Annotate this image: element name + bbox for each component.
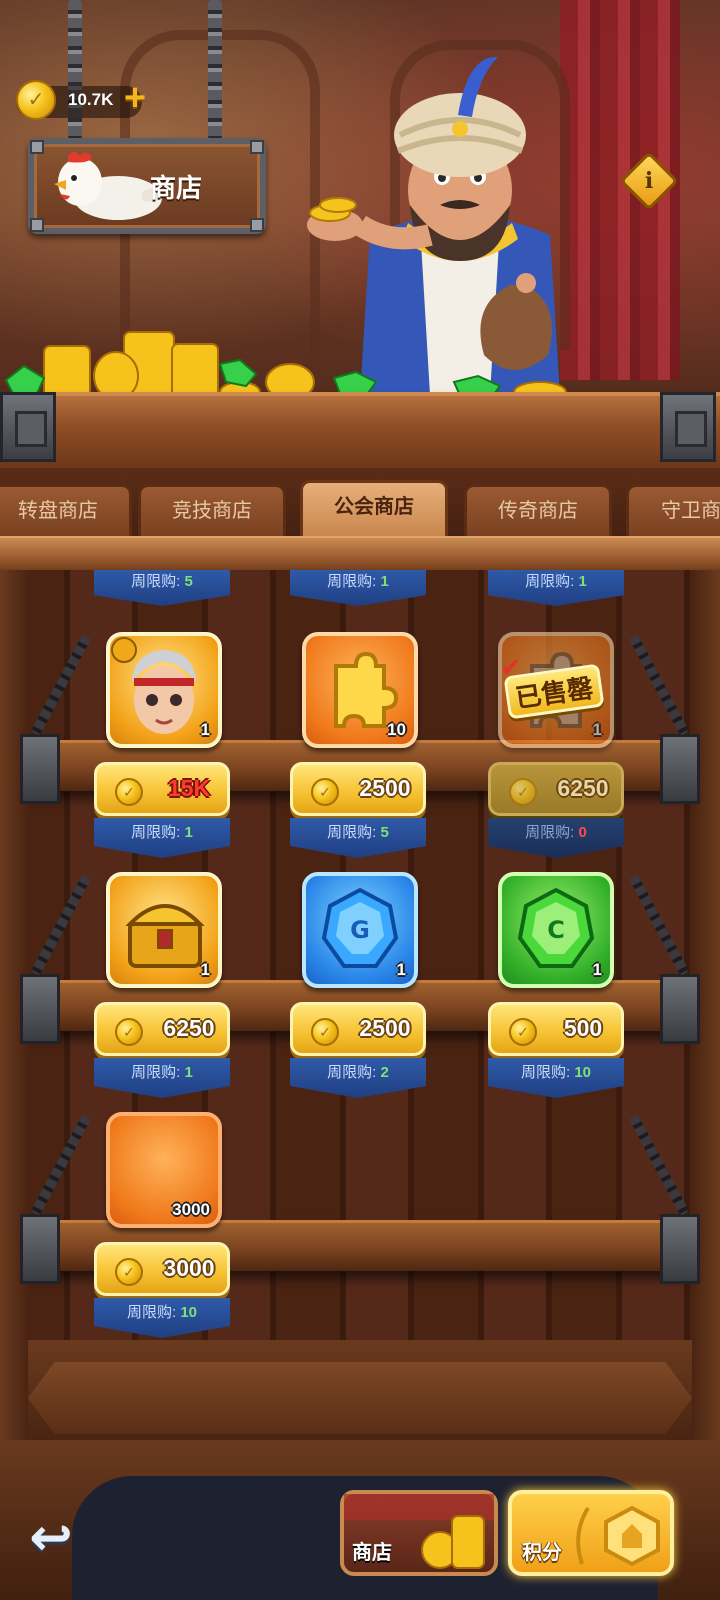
tab-guild-shop[interactable]: 公会商店 bbox=[300, 480, 448, 540]
gold-coin-icon: ✓ bbox=[509, 1018, 537, 1046]
item-price: 6250 bbox=[557, 775, 609, 801]
shop-counter bbox=[0, 392, 720, 472]
item-gold-puzzle-piece[interactable]: 10 bbox=[302, 632, 418, 748]
gold-coin-icon: ✓ bbox=[311, 778, 339, 806]
shelf-bracket bbox=[20, 734, 60, 804]
item-green-gem[interactable]: C 1 bbox=[498, 872, 614, 988]
sign-chain bbox=[68, 0, 82, 140]
shelf-bracket bbox=[20, 974, 60, 1044]
svg-text:G: G bbox=[350, 916, 370, 944]
item-quantity: 10 bbox=[387, 720, 406, 739]
shelf-bracket bbox=[660, 1214, 700, 1284]
buy-button[interactable]: ✓ 3000 bbox=[94, 1242, 230, 1296]
item-quantity: 1 bbox=[592, 720, 602, 739]
item-quantity: 1 bbox=[396, 960, 406, 979]
item-price: 15K bbox=[167, 775, 211, 801]
plus-icon: + bbox=[123, 77, 147, 119]
shelf-bracket bbox=[660, 734, 700, 804]
bottom-tab-shop-label: 商店 bbox=[352, 1542, 392, 1564]
counter-cap-right bbox=[660, 392, 716, 462]
buy-button[interactable]: ✓ 2500 bbox=[290, 762, 426, 816]
sign-bolt bbox=[250, 218, 264, 232]
item-hero-portrait[interactable]: 1 bbox=[106, 632, 222, 748]
counter-cap-left bbox=[0, 392, 56, 462]
gold-coin-icon: ✓ bbox=[115, 1018, 143, 1046]
sign-chain bbox=[208, 0, 222, 140]
bottom-tab-points-label: 积分 bbox=[522, 1542, 562, 1564]
item-price: 2500 bbox=[359, 775, 411, 801]
item-price: 500 bbox=[563, 1015, 603, 1041]
item-orange-blank[interactable]: 3000 bbox=[106, 1112, 222, 1228]
buy-button-disabled: ✓ 6250 bbox=[488, 762, 624, 816]
sign-bolt bbox=[250, 140, 264, 154]
item-quantity: 1 bbox=[592, 960, 602, 979]
check-icon: ✔ bbox=[500, 652, 522, 682]
buy-button[interactable]: ✓ 6250 bbox=[94, 1002, 230, 1056]
add-coins-button[interactable]: + bbox=[120, 79, 150, 117]
tab-arena-shop[interactable]: 竞技商店 bbox=[138, 484, 286, 536]
gold-coin-icon: ✓ bbox=[115, 1258, 143, 1286]
tab-guard-shop[interactable]: 守卫商店 bbox=[626, 484, 720, 536]
item-price: 2500 bbox=[359, 1015, 411, 1041]
gold-coin-icon: ✓ bbox=[115, 778, 143, 806]
gold-coin-icon: ✓ bbox=[311, 1018, 339, 1046]
item-quantity: 1 bbox=[200, 720, 210, 739]
tab-wheel-shop[interactable]: 转盘商店 bbox=[0, 484, 132, 536]
coin-balance: 10.7K bbox=[68, 90, 114, 109]
shelf-bracket bbox=[660, 974, 700, 1044]
chicken-icon bbox=[54, 152, 162, 220]
buy-button[interactable]: ✓ 2500 bbox=[290, 1002, 426, 1056]
back-arrow-icon: ↩ bbox=[29, 1509, 73, 1567]
item-quantity: 1 bbox=[200, 960, 210, 979]
item-blue-gem[interactable]: G 1 bbox=[302, 872, 418, 988]
cabinet-plaque bbox=[28, 1362, 692, 1434]
item-gold-treasure-chest[interactable]: 1 bbox=[106, 872, 222, 988]
sign-bolt bbox=[30, 140, 44, 154]
item-quantity: 3000 bbox=[172, 1200, 210, 1219]
shelf-bracket bbox=[20, 1214, 60, 1284]
item-price: 6250 bbox=[163, 1015, 215, 1041]
sign-bolt bbox=[30, 218, 44, 232]
back-button[interactable]: ↩ bbox=[18, 1508, 84, 1568]
tab-rail bbox=[0, 536, 720, 572]
tab-legend-shop[interactable]: 传奇商店 bbox=[464, 484, 612, 536]
buy-button[interactable]: ✓ 15K bbox=[94, 762, 230, 816]
shop-sign-label: 商店 bbox=[150, 173, 203, 203]
gold-coin-icon: ✓ bbox=[509, 778, 537, 806]
item-price: 3000 bbox=[163, 1255, 215, 1281]
svg-text:C: C bbox=[547, 916, 565, 944]
info-icon: i bbox=[644, 168, 654, 194]
gold-coin-icon: ✓ bbox=[16, 80, 56, 120]
buy-button[interactable]: ✓ 500 bbox=[488, 1002, 624, 1056]
